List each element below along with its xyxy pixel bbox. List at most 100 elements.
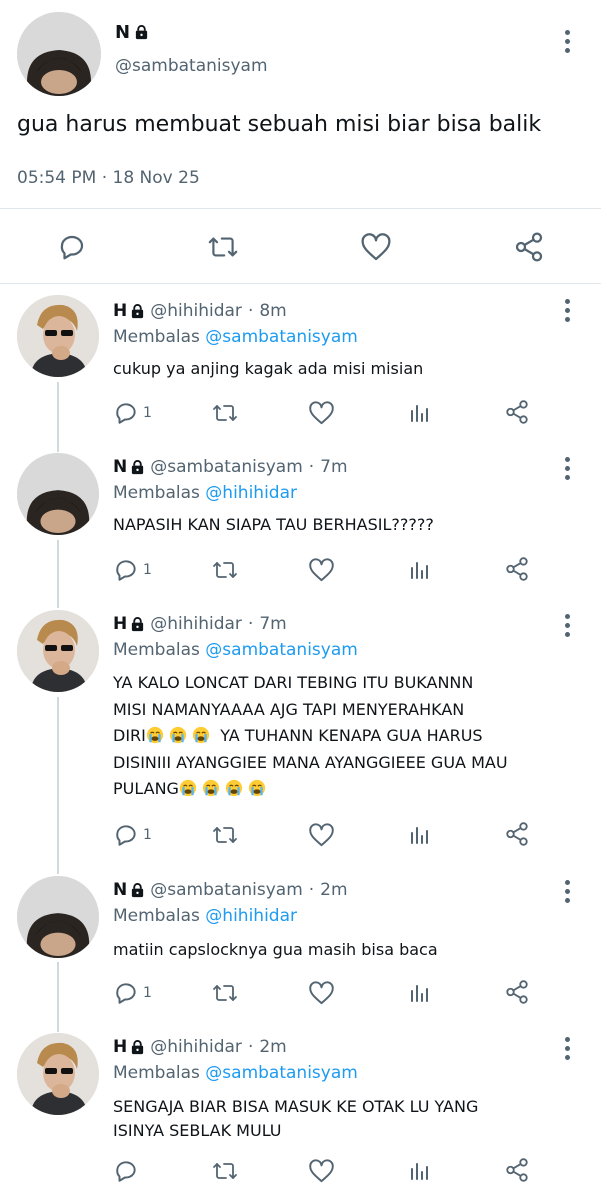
display-name[interactable]: N	[113, 457, 127, 477]
reply-text: NAPASIH KAN SIAPA TAU BERHASIL?????	[113, 515, 434, 534]
like-button[interactable]	[308, 980, 335, 1006]
heart-icon	[309, 401, 334, 425]
reply-button[interactable]: 1	[113, 980, 152, 1006]
like-button[interactable]	[360, 232, 392, 262]
user-handle[interactable]: @hihihidar	[150, 1037, 242, 1057]
reply-text-line: DISINIII AYANGGIEE MANA AYANGGIEEE GUA M…	[113, 752, 508, 772]
divider	[0, 283, 601, 284]
replying-to-link[interactable]: @sambatanisyam	[205, 1063, 358, 1083]
like-button[interactable]	[308, 400, 335, 426]
more-icon	[564, 29, 570, 35]
replying-to-link[interactable]: @hihihidar	[205, 906, 297, 926]
reply-text-line: YA KALO LONCAT DARI TEBING ITU BUKANNN	[113, 673, 474, 692]
avatar[interactable]	[17, 1033, 99, 1115]
more-icon	[564, 1036, 570, 1042]
avatar[interactable]	[17, 610, 99, 692]
retweet-button[interactable]	[210, 1158, 240, 1184]
avatar[interactable]	[17, 12, 101, 96]
lock-icon	[130, 616, 145, 632]
reply-button[interactable]: 1	[113, 400, 152, 426]
separator-dot: ·	[308, 880, 315, 900]
views-button[interactable]	[408, 980, 432, 1004]
avatar[interactable]	[17, 453, 99, 535]
display-name[interactable]: N	[115, 22, 149, 43]
separator-dot: ·	[247, 614, 254, 634]
replying-to: Membalas @hihihidar	[113, 906, 297, 926]
reply-text-line: SENGAJA BIAR BISA MASUK KE OTAK LU YANG	[113, 1097, 479, 1116]
display-name[interactable]: H	[113, 301, 127, 321]
display-name[interactable]: H	[113, 1037, 127, 1057]
retweet-button[interactable]	[210, 400, 240, 426]
lock-icon	[130, 303, 145, 319]
reply-icon	[116, 1161, 136, 1182]
user-handle[interactable]: @hihihidar	[150, 301, 242, 321]
avatar[interactable]	[17, 876, 99, 958]
share-icon	[506, 557, 528, 581]
reply-text-line: ISINYA SEBLAK MULU	[113, 1121, 282, 1140]
thread-line	[57, 382, 59, 452]
separator-dot: ·	[308, 457, 315, 477]
retweet-icon	[213, 827, 237, 843]
replying-to-link[interactable]: @sambatanisyam	[205, 640, 358, 660]
share-button[interactable]	[504, 1157, 530, 1183]
views-button[interactable]	[408, 1158, 432, 1182]
retweet-button[interactable]	[210, 557, 240, 583]
reply-time[interactable]: 7m	[320, 457, 347, 477]
more-options-button[interactable]	[555, 1033, 579, 1063]
like-button[interactable]	[308, 557, 335, 583]
share-icon	[506, 1158, 528, 1182]
analytics-icon	[411, 985, 428, 1002]
user-handle[interactable]: @sambatanisyam	[150, 880, 303, 900]
user-handle[interactable]: @sambatanisyam	[115, 56, 268, 76]
more-options-button[interactable]	[555, 295, 579, 325]
lock-icon	[134, 25, 149, 40]
thread-line	[57, 540, 59, 608]
reply-time[interactable]: 8m	[259, 301, 286, 321]
lock-icon	[130, 882, 145, 898]
user-handle[interactable]: @sambatanisyam	[150, 457, 303, 477]
replying-to: Membalas @sambatanisyam	[113, 640, 358, 660]
more-options-button[interactable]	[555, 453, 579, 483]
reply-text-line: DIRI YA TUHANN KENAPA GUA HARUS	[113, 723, 583, 750]
like-button[interactable]	[308, 822, 335, 848]
more-options-button[interactable]	[555, 26, 579, 56]
more-options-button[interactable]	[555, 876, 579, 906]
reply-button[interactable]	[57, 232, 87, 262]
display-name[interactable]: N	[113, 880, 127, 900]
share-button[interactable]	[504, 399, 530, 425]
reply-button[interactable]: 1	[113, 822, 152, 848]
reply-icon	[116, 560, 136, 581]
views-button[interactable]	[408, 822, 432, 846]
views-button[interactable]	[408, 400, 432, 424]
reply-time[interactable]: 2m	[259, 1037, 286, 1057]
retweet-button[interactable]	[205, 232, 241, 262]
share-button[interactable]	[504, 979, 530, 1005]
more-options-button[interactable]	[555, 610, 579, 640]
display-name[interactable]: H	[113, 614, 127, 634]
reply-time[interactable]: 7m	[259, 614, 286, 634]
views-button[interactable]	[408, 557, 432, 581]
reply-count: 1	[143, 827, 152, 843]
analytics-icon	[411, 562, 428, 579]
user-handle[interactable]: @hihihidar	[150, 614, 242, 634]
retweet-button[interactable]	[210, 980, 240, 1006]
share-button[interactable]	[504, 821, 530, 847]
reply-text: SENGAJA BIAR BISA MASUK KE OTAK LU YANG …	[113, 1095, 583, 1143]
retweet-button[interactable]	[210, 822, 240, 848]
like-button[interactable]	[308, 1158, 335, 1184]
reply-button[interactable]: 1	[113, 557, 152, 583]
share-button[interactable]	[513, 231, 545, 263]
reply-button[interactable]	[113, 1158, 143, 1184]
avatar[interactable]	[17, 295, 99, 377]
replying-to-link[interactable]: @hihihidar	[205, 483, 297, 503]
tweet-timestamp[interactable]: 05:54 PM · 18 Nov 25	[17, 168, 200, 188]
divider	[0, 208, 601, 209]
reply-time[interactable]: 2m	[320, 880, 347, 900]
tweet-text: gua harus membuat sebuah misi biar bisa …	[17, 112, 542, 137]
reply-icon	[116, 983, 136, 1004]
reply-icon	[116, 825, 136, 846]
replying-to-link[interactable]: @sambatanisyam	[205, 327, 358, 347]
separator-dot: ·	[247, 301, 254, 321]
reply-text-segment: YA TUHANN KENAPA GUA HARUS	[210, 726, 483, 745]
share-button[interactable]	[504, 556, 530, 582]
